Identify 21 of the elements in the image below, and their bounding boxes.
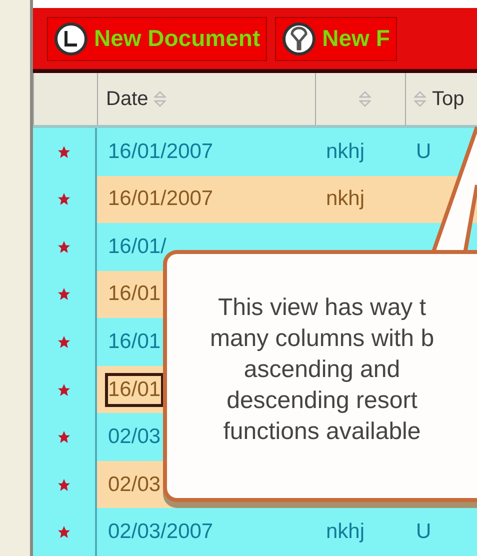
table-cell-text: 02/03/2007 (107, 519, 214, 546)
table-cell-text: U (415, 138, 432, 165)
table-cell-text: 02/03 (107, 424, 162, 450)
pin-icon (282, 22, 316, 56)
table-cell-text: 16/01 (107, 281, 162, 308)
table-cell-text: nkhj (325, 519, 366, 546)
column-header[interactable]: Date (106, 88, 148, 111)
table-cell-text: nkhj (325, 138, 366, 165)
callout-text: This view has way t many columns with b ascending and descending resort functions available (210, 293, 434, 447)
table-cell-text: 16/01/2007 (107, 138, 214, 165)
sort-icon[interactable] (414, 91, 426, 108)
table-cell-text: nkhj (325, 186, 366, 212)
table-cell-text: 02/03 (107, 472, 162, 498)
table-cell-text: U (415, 519, 432, 546)
table-cell-text: 16/01 (107, 329, 162, 355)
sort-icon[interactable] (358, 91, 370, 108)
column-header[interactable]: Top (432, 88, 464, 111)
table-cell-text: 16/01/ (107, 234, 168, 260)
clock-icon (54, 22, 88, 56)
table-cell-text: 16/01/2007 (107, 186, 214, 212)
sort-icon[interactable] (154, 91, 166, 108)
